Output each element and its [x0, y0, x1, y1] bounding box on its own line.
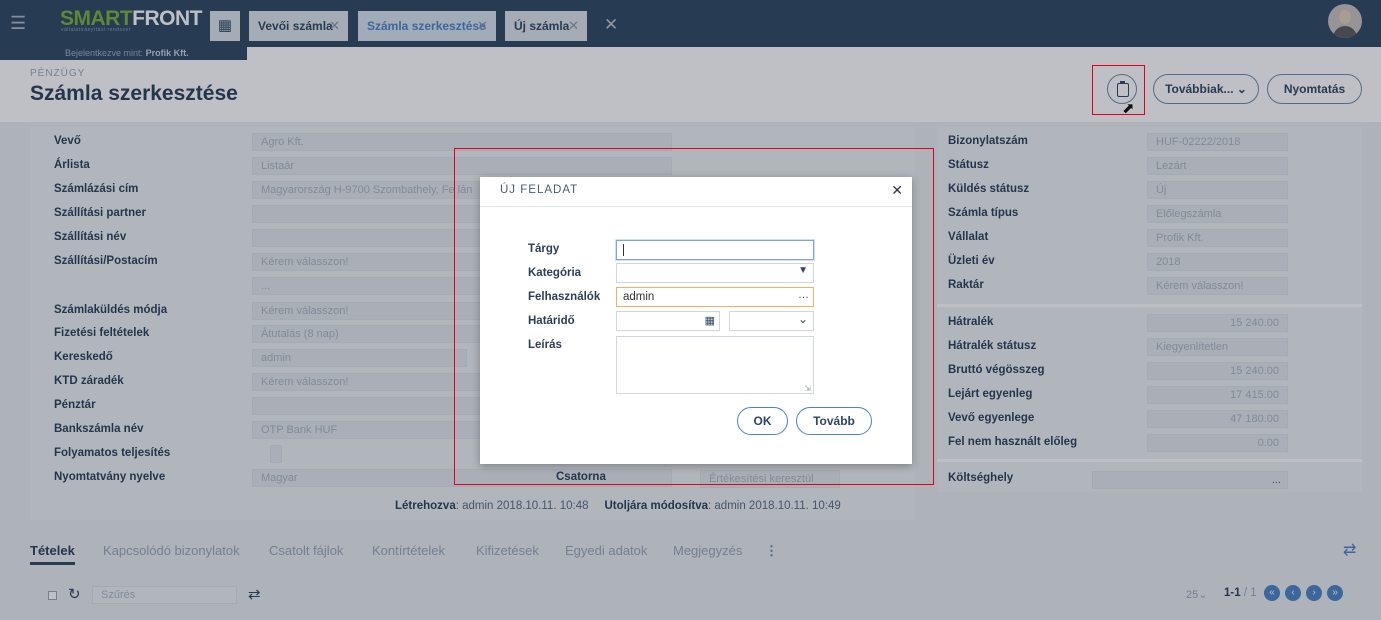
ellipsis-icon[interactable]: …: [798, 289, 809, 301]
mouse-cursor-icon: ⬈: [1122, 100, 1135, 117]
dropdown-arrow-icon: ▼: [798, 265, 808, 276]
new-task-dialog: ÚJ FELADAT ✕ Tárgy Kategória ▼ Felhaszná…: [480, 177, 912, 464]
deadline-label: Határidő: [528, 315, 575, 327]
text-caret: [623, 244, 624, 256]
resize-handle-icon[interactable]: ⇲: [804, 384, 811, 393]
subject-input[interactable]: [616, 240, 814, 260]
deadline-date-input[interactable]: ▦: [616, 311, 720, 331]
deadline-time-select[interactable]: ⌄: [729, 311, 814, 331]
description-label: Leírás: [528, 339, 562, 351]
category-label: Kategória: [528, 267, 582, 279]
users-label: Felhasználók: [528, 291, 601, 303]
ok-button[interactable]: OK: [737, 407, 788, 435]
dialog-title: ÚJ FELADAT: [500, 184, 579, 196]
chevron-down-icon: ⌄: [797, 312, 808, 326]
category-select[interactable]: ▼: [616, 263, 814, 283]
dialog-divider: [480, 206, 912, 207]
subject-label: Tárgy: [528, 243, 560, 255]
users-value: admin: [623, 291, 655, 303]
users-field[interactable]: admin …: [616, 287, 814, 307]
description-textarea[interactable]: ⇲: [616, 336, 814, 394]
calendar-icon[interactable]: ▦: [705, 314, 715, 327]
next-button[interactable]: Tovább: [796, 407, 872, 435]
close-icon[interactable]: ✕: [891, 182, 903, 199]
